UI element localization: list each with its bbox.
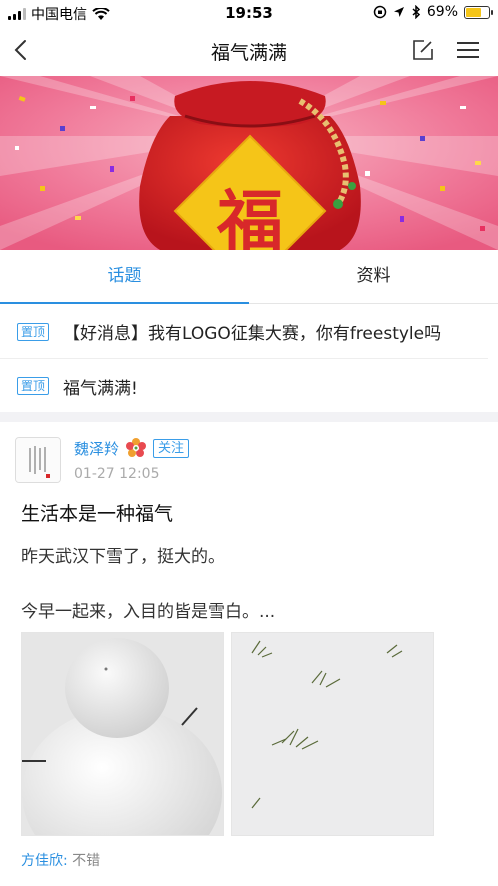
flower-level-icon: [126, 438, 147, 457]
tab-info[interactable]: 资料: [249, 250, 498, 303]
nav-bar: 福气满满: [0, 26, 498, 76]
comment-author[interactable]: 方佳欣:: [21, 853, 68, 869]
post-title: 生活本是一种福气: [21, 503, 174, 525]
banner-fu-character: 福: [216, 182, 283, 250]
post-time: 01-27 12:05: [74, 466, 160, 482]
post-paragraph: 昨天武汉下雪了，挺大的。: [21, 547, 225, 567]
location-icon: [393, 7, 404, 17]
author-name[interactable]: 魏泽羚: [74, 438, 119, 459]
post-photo-snow-ground[interactable]: [231, 632, 434, 836]
post-paragraph: 今早一起来，入目的皆是雪白。...: [21, 602, 276, 622]
pinned-item[interactable]: 置顶 【好消息】我有LOGO征集大赛，你有freestyle吗: [0, 305, 488, 359]
section-divider: [0, 412, 498, 422]
comment-text: 不错: [72, 853, 101, 869]
pinned-badge: 置顶: [17, 322, 50, 341]
pinned-badge: 置顶: [17, 377, 50, 395]
edit-icon[interactable]: [412, 39, 434, 61]
battery-percent: 69%: [426, 4, 458, 20]
group-banner: 福: [0, 76, 498, 250]
avatar[interactable]: [15, 437, 61, 483]
bluetooth-icon: [412, 5, 420, 19]
menu-icon[interactable]: [456, 40, 480, 60]
tab-bar: 话题 资料: [0, 250, 498, 304]
pinned-item[interactable]: 置顶 福气满满!: [0, 359, 488, 413]
tab-topics[interactable]: 话题: [0, 250, 249, 304]
pinned-title: 福气满满!: [63, 378, 138, 399]
status-bar: 中国电信 19:53 69%: [0, 0, 498, 26]
pinned-list: 置顶 【好消息】我有LOGO征集大赛，你有freestyle吗 置顶 福气满满!: [0, 305, 498, 413]
post-photo-snowman[interactable]: [21, 632, 224, 836]
comment-preview[interactable]: 方佳欣: 不错: [21, 850, 100, 870]
follow-button[interactable]: 关注: [153, 438, 190, 458]
pinned-title: 【好消息】我有LOGO征集大赛，你有freestyle吗: [63, 324, 442, 344]
battery-icon: [464, 5, 493, 19]
orientation-lock-icon: [373, 5, 387, 19]
